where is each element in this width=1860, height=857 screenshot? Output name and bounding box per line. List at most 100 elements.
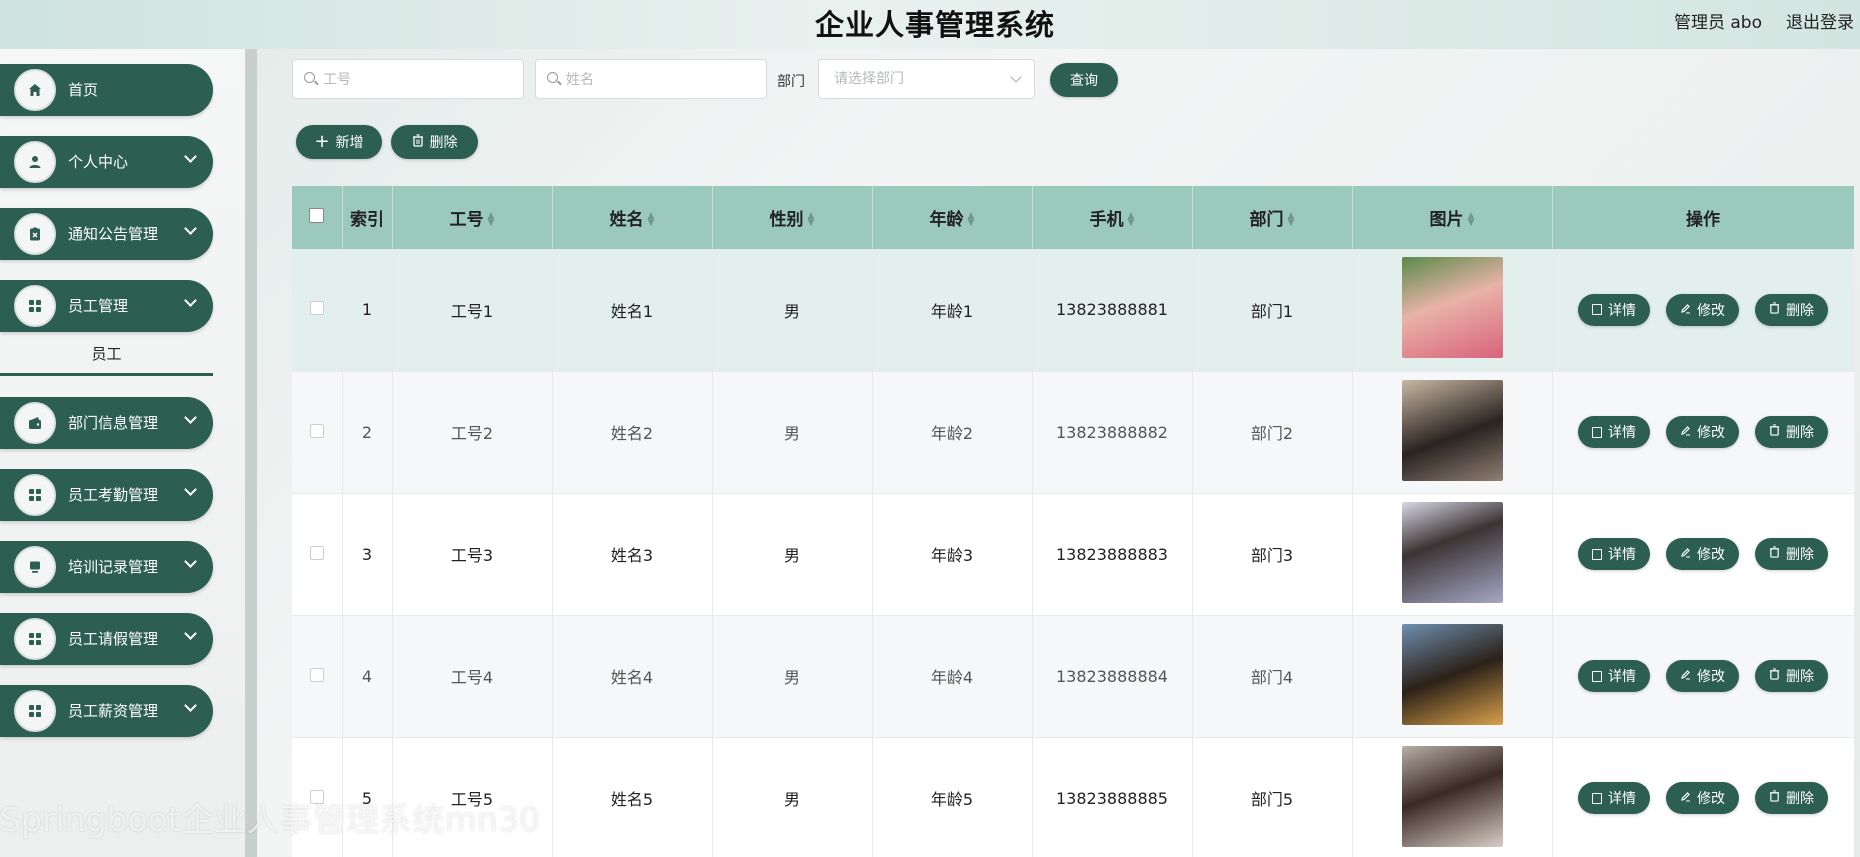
sidebar-subitem-employee[interactable]: 员工	[0, 340, 213, 376]
col-dept[interactable]: 部门 ▲ ▼	[1192, 186, 1353, 249]
cell-phone: 13823888882	[1032, 371, 1193, 494]
sidebar-item-notice[interactable]: 通知公告管理	[0, 208, 213, 260]
cell-name: 姓名4	[552, 615, 713, 738]
table-row[interactable]: 4 工号4 姓名4 男年龄4 13823888884 部门4 详情 修改 删除	[292, 615, 1854, 738]
cell-dept: 部门4	[1192, 615, 1353, 738]
sidebar-item-salary[interactable]: 员工薪资管理	[0, 685, 213, 737]
document-icon	[1592, 426, 1602, 438]
sidebar-item-profile[interactable]: 个人中心	[0, 136, 213, 188]
sort-icon[interactable]: ▲ ▼	[488, 212, 495, 228]
employee-photo[interactable]	[1401, 623, 1503, 725]
row-checkbox-cell[interactable]	[292, 249, 343, 372]
edit-button[interactable]: 修改	[1666, 782, 1739, 814]
col-age[interactable]: 年龄 ▲ ▼	[872, 186, 1033, 249]
sidebar-item-label: 员工薪资管理	[68, 702, 159, 720]
cell-gender: 男	[712, 615, 873, 738]
row-checkbox-cell[interactable]	[292, 371, 343, 494]
select-all-header[interactable]	[292, 186, 343, 249]
edit-button[interactable]: 修改	[1666, 538, 1739, 570]
sort-icon[interactable]: ▲ ▼	[1468, 212, 1475, 228]
col-photo[interactable]: 图片 ▲ ▼	[1352, 186, 1553, 249]
chevron-down-icon	[184, 483, 197, 496]
sort-icon[interactable]: ▲ ▼	[808, 212, 815, 228]
sort-icon[interactable]: ▲ ▼	[1288, 212, 1295, 228]
employee-table: 索引 工号 ▲ ▼ 姓名 ▲ ▼ 性别 ▲ ▼ 年龄 ▲ ▼ 手机 ▲ ▼ 部门 ▲ ▼ 图片 ▲ ▼ 操作…	[292, 186, 1854, 857]
trash-icon	[1769, 790, 1780, 806]
pencil-icon	[1680, 790, 1691, 806]
cell-photo	[1352, 737, 1553, 857]
document-icon	[1592, 670, 1602, 682]
edit-button[interactable]: 修改	[1666, 660, 1739, 692]
select-all-checkbox[interactable]	[309, 207, 325, 223]
delete-button[interactable]: 删除	[1755, 660, 1828, 692]
app-title: 企业人事管理系统	[814, 8, 1055, 42]
table-row[interactable]: 2 工号2 姓名2 男年龄2 13823888882 部门2 详情 修改 删除	[292, 371, 1854, 494]
sidebar-item-attendance[interactable]: 员工考勤管理	[0, 469, 213, 521]
chevron-down-icon	[184, 411, 197, 424]
cell-photo	[1352, 493, 1553, 616]
pencil-icon	[1680, 546, 1691, 562]
row-checkbox[interactable]	[309, 545, 324, 560]
sidebar-item-employee[interactable]: 员工管理	[0, 280, 213, 332]
edit-button[interactable]: 修改	[1666, 293, 1739, 326]
delete-button[interactable]: 删除	[1755, 538, 1828, 570]
table-row[interactable]: 3 工号3 姓名3 男年龄3 13823888883 部门3 详情 修改 删除	[292, 493, 1854, 616]
job-no-input[interactable]	[323, 71, 523, 87]
grid-icon	[14, 474, 56, 516]
cell-index: 2	[342, 371, 393, 494]
query-button[interactable]: 查询	[1050, 63, 1118, 97]
trash-icon	[1769, 668, 1780, 684]
employee-photo[interactable]	[1401, 257, 1503, 359]
document-icon	[1592, 792, 1602, 804]
name-input[interactable]	[566, 71, 766, 87]
sidebar-item-label: 员工请假管理	[68, 630, 159, 648]
chevron-down-icon	[184, 294, 197, 307]
row-checkbox-cell[interactable]	[292, 615, 343, 738]
cell-dept: 部门2	[1192, 371, 1353, 494]
delete-button[interactable]: 删除	[1755, 293, 1828, 326]
cell-photo	[1352, 371, 1553, 494]
detail-button[interactable]: 详情	[1578, 782, 1650, 814]
sidebar-item-home[interactable]: 首页	[0, 64, 213, 116]
sort-icon[interactable]: ▲ ▼	[968, 212, 975, 228]
row-checkbox[interactable]	[309, 423, 324, 438]
sidebar-item-training[interactable]: 培训记录管理	[0, 541, 213, 593]
row-checkbox[interactable]	[309, 301, 324, 316]
cell-dept: 部门1	[1192, 249, 1353, 372]
sidebar-item-department[interactable]: 部门信息管理	[0, 397, 213, 449]
table-header-row: 索引 工号 ▲ ▼ 姓名 ▲ ▼ 性别 ▲ ▼ 年龄 ▲ ▼ 手机 ▲ ▼ 部门 ▲ ▼ 图片 ▲ ▼ 操作	[292, 186, 1854, 249]
delete-button[interactable]: 删除	[1755, 416, 1828, 448]
logout-link[interactable]: 退出登录	[1786, 8, 1854, 33]
cell-job-no: 工号2	[392, 371, 553, 494]
name-search-field[interactable]	[535, 59, 767, 99]
sort-icon[interactable]: ▲ ▼	[648, 212, 655, 228]
edit-button[interactable]: 修改	[1666, 416, 1739, 448]
add-button[interactable]: + 新增	[296, 125, 382, 159]
sort-icon[interactable]: ▲ ▼	[1128, 212, 1135, 228]
dept-select[interactable]: 请选择部门	[818, 59, 1035, 99]
employee-photo[interactable]	[1401, 745, 1503, 847]
col-name[interactable]: 姓名 ▲ ▼	[552, 186, 713, 249]
bulk-delete-button[interactable]: 删除	[391, 125, 478, 159]
col-gender[interactable]: 性别 ▲ ▼	[712, 186, 873, 249]
detail-button[interactable]: 详情	[1578, 416, 1650, 448]
sidebar-scrollbar[interactable]	[245, 49, 257, 857]
cell-actions: 详情 修改 删除	[1552, 737, 1854, 857]
col-job-no[interactable]: 工号 ▲ ▼	[392, 186, 553, 249]
row-checkbox[interactable]	[309, 667, 324, 682]
user-label: 管理员 abo	[1673, 13, 1762, 33]
employee-photo[interactable]	[1401, 379, 1503, 481]
sidebar-item-leave[interactable]: 员工请假管理	[0, 613, 213, 665]
sidebar-item-label: 通知公告管理	[68, 225, 159, 243]
cell-phone: 13823888885	[1032, 737, 1193, 857]
employee-photo[interactable]	[1401, 501, 1503, 603]
table-row[interactable]: 1 工号1 姓名1 男年龄1 13823888881 部门1 详情 修改 删除	[292, 249, 1854, 372]
col-phone[interactable]: 手机 ▲ ▼	[1032, 186, 1193, 249]
delete-button[interactable]: 删除	[1755, 782, 1828, 814]
row-checkbox-cell[interactable]	[292, 493, 343, 616]
detail-button[interactable]: 详情	[1578, 538, 1650, 570]
document-icon	[1592, 304, 1602, 316]
job-no-search-field[interactable]	[292, 59, 524, 99]
detail-button[interactable]: 详情	[1578, 660, 1650, 692]
detail-button[interactable]: 详情	[1578, 293, 1650, 326]
